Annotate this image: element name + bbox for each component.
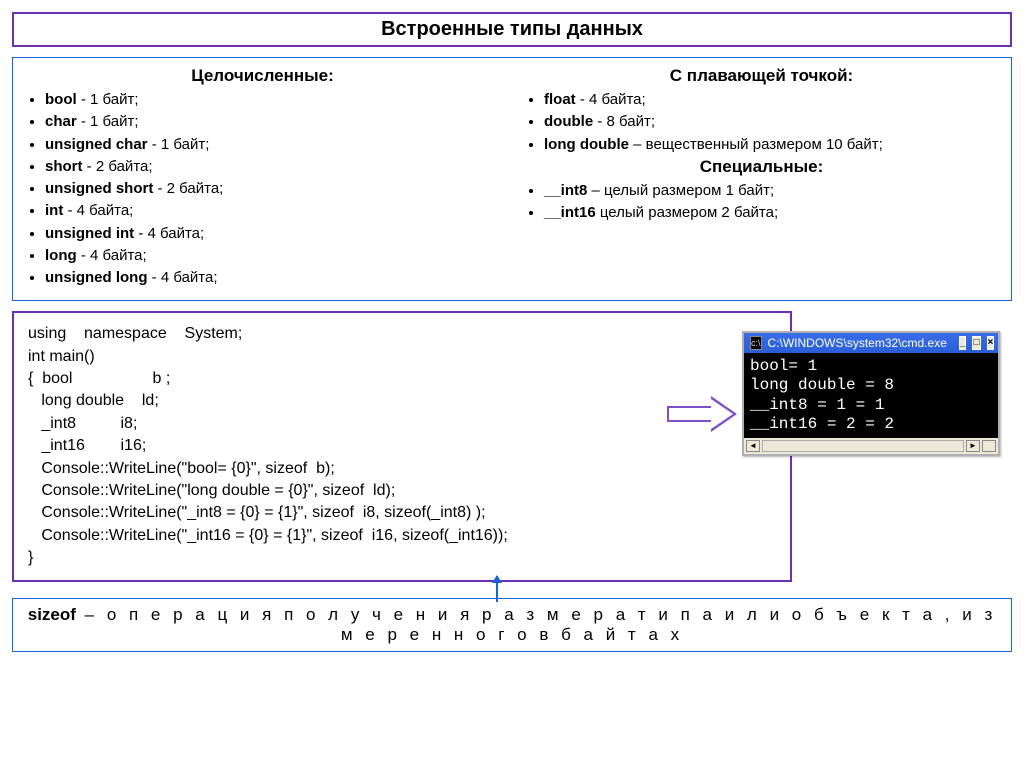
special-list: __int8 – целый размером 1 байт;__int16 ц… bbox=[522, 181, 1001, 224]
scroll-grip-icon[interactable] bbox=[982, 440, 996, 452]
list-item: char - 1 байт; bbox=[45, 112, 502, 132]
type-name: float bbox=[544, 91, 580, 108]
type-desc: - 4 байта; bbox=[81, 247, 147, 264]
list-item: unsigned char - 1 байт; bbox=[45, 135, 502, 155]
integer-heading: Целочисленные: bbox=[23, 66, 502, 86]
type-desc: целый размером 2 байта; bbox=[600, 204, 778, 221]
type-desc: - 1 байт; bbox=[152, 136, 210, 153]
type-name: unsigned short bbox=[45, 180, 158, 197]
list-item: unsigned int - 4 байта; bbox=[45, 224, 502, 244]
type-desc: - 1 байт; bbox=[81, 113, 139, 130]
maximize-button[interactable]: □ bbox=[972, 336, 980, 350]
type-desc: - 4 байта; bbox=[68, 202, 134, 219]
type-name: char bbox=[45, 113, 81, 130]
type-desc: - 4 байта; bbox=[152, 269, 218, 286]
type-name: unsigned long bbox=[45, 269, 152, 286]
cmd-output: bool= 1 long double = 8 __int8 = 1 = 1 _… bbox=[744, 353, 998, 438]
type-name: __int16 bbox=[544, 204, 600, 221]
type-desc: – вещественный размером 10 байт; bbox=[633, 136, 883, 153]
cmd-window: c:\ C:\WINDOWS\system32\cmd.exe _ □ × bo… bbox=[742, 331, 1000, 456]
type-name: bool bbox=[45, 91, 81, 108]
scroll-left-icon[interactable]: ◄ bbox=[746, 440, 760, 452]
type-name: long double bbox=[544, 136, 633, 153]
list-item: long double – вещественный размером 10 б… bbox=[544, 135, 1001, 155]
type-desc: - 8 байт; bbox=[597, 113, 655, 130]
types-panel: Целочисленные: bool - 1 байт;char - 1 ба… bbox=[12, 57, 1012, 301]
type-name: unsigned char bbox=[45, 136, 152, 153]
footnote-panel: sizeof – о п е р а ц и я п о л у ч е н и… bbox=[12, 598, 1012, 652]
cmd-titlebar: c:\ C:\WINDOWS\system32\cmd.exe _ □ × bbox=[744, 333, 998, 353]
list-item: __int8 – целый размером 1 байт; bbox=[544, 181, 1001, 201]
integer-column: Целочисленные: bool - 1 байт;char - 1 ба… bbox=[23, 66, 502, 290]
list-item: unsigned long - 4 байта; bbox=[45, 268, 502, 288]
type-desc: - 4 байта; bbox=[580, 91, 646, 108]
list-item: bool - 1 байт; bbox=[45, 90, 502, 110]
scroll-track[interactable] bbox=[762, 440, 964, 452]
type-name: short bbox=[45, 158, 87, 175]
type-name: unsigned int bbox=[45, 225, 138, 242]
special-heading: Специальные: bbox=[522, 157, 1001, 177]
list-item: double - 8 байт; bbox=[544, 112, 1001, 132]
list-item: short - 2 байта; bbox=[45, 157, 502, 177]
arrow-up-icon bbox=[496, 576, 498, 602]
type-name: double bbox=[544, 113, 597, 130]
page-title: Встроенные типы данных bbox=[12, 12, 1012, 47]
type-desc: - 2 байта; bbox=[87, 158, 153, 175]
sizeof-note: – о п е р а ц и я п о л у ч е н и я р а … bbox=[76, 605, 996, 644]
type-name: __int8 bbox=[544, 182, 592, 199]
list-item: int - 4 байта; bbox=[45, 201, 502, 221]
integer-list: bool - 1 байт;char - 1 байт;unsigned cha… bbox=[23, 90, 502, 288]
list-item: unsigned short - 2 байта; bbox=[45, 179, 502, 199]
type-desc: - 1 байт; bbox=[81, 91, 139, 108]
close-button[interactable]: × bbox=[987, 336, 995, 350]
list-item: __int16 целый размером 2 байта; bbox=[544, 203, 1001, 223]
type-name: int bbox=[45, 202, 68, 219]
arrow-right-icon bbox=[667, 399, 737, 429]
sizeof-keyword: sizeof bbox=[28, 605, 76, 624]
type-desc: - 2 байта; bbox=[158, 180, 224, 197]
type-desc: – целый размером 1 байт; bbox=[592, 182, 775, 199]
minimize-button[interactable]: _ bbox=[959, 336, 967, 350]
list-item: long - 4 байта; bbox=[45, 246, 502, 266]
type-desc: - 4 байта; bbox=[138, 225, 204, 242]
code-listing: using namespace System; int main() { boo… bbox=[28, 323, 776, 569]
float-special-column: С плавающей точкой: float - 4 байта;doub… bbox=[522, 66, 1001, 290]
list-item: float - 4 байта; bbox=[544, 90, 1001, 110]
cmd-scrollbar[interactable]: ◄ ► bbox=[744, 438, 998, 454]
float-list: float - 4 байта;double - 8 байт;long dou… bbox=[522, 90, 1001, 155]
code-panel: using namespace System; int main() { boo… bbox=[12, 311, 792, 581]
type-name: long bbox=[45, 247, 81, 264]
float-heading: С плавающей точкой: bbox=[522, 66, 1001, 86]
scroll-right-icon[interactable]: ► bbox=[966, 440, 980, 452]
cmd-icon: c:\ bbox=[750, 336, 762, 350]
cmd-title-text: C:\WINDOWS\system32\cmd.exe bbox=[768, 336, 947, 350]
